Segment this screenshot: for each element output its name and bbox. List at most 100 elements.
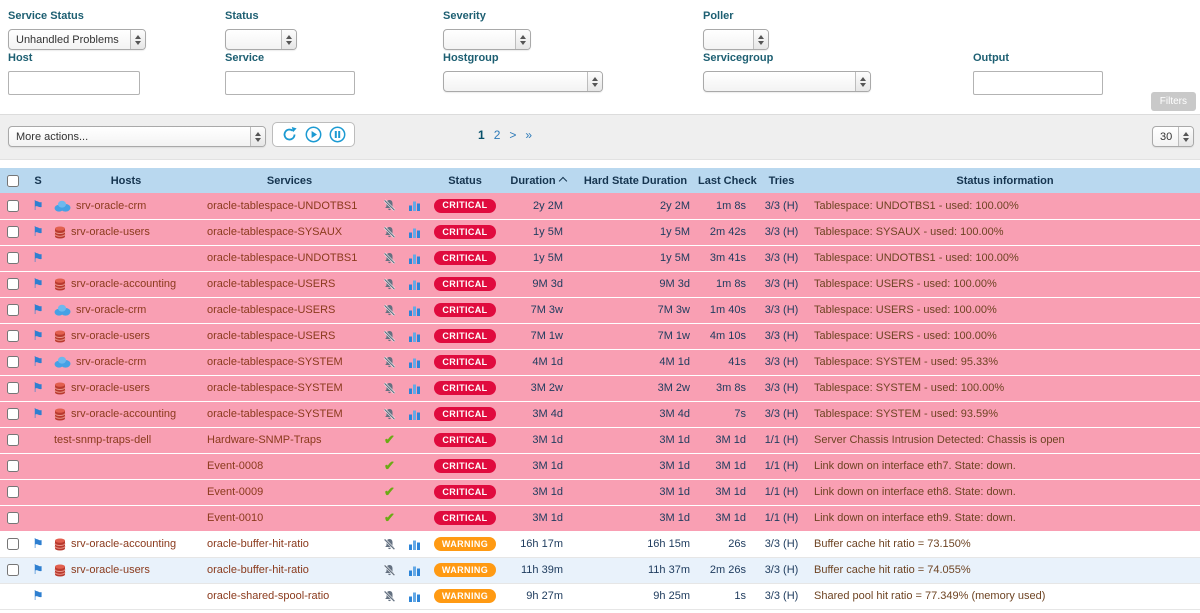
service-link[interactable]: oracle-tablespace-UNDOTBS1 xyxy=(207,200,357,212)
hostgroup-select[interactable] xyxy=(443,71,603,92)
last-check-value: 3M 1d xyxy=(698,427,753,453)
graph-icon[interactable] xyxy=(408,304,421,316)
status-info: Shared pool hit ratio = 77.349% (memory … xyxy=(814,590,1045,602)
select-all-checkbox[interactable] xyxy=(7,175,19,187)
output-input[interactable] xyxy=(973,71,1103,95)
pause-button[interactable] xyxy=(329,126,346,143)
col-header-tries[interactable]: Tries xyxy=(753,168,810,193)
col-header-hard-state-duration[interactable]: Hard State Duration xyxy=(573,168,698,193)
service-link[interactable]: Event-0009 xyxy=(207,486,263,498)
row-checkbox[interactable] xyxy=(7,564,19,576)
select-stepper-icon xyxy=(250,127,265,146)
host-link[interactable]: srv-oracle-accounting xyxy=(71,408,176,420)
row-checkbox[interactable] xyxy=(7,486,19,498)
graph-icon[interactable] xyxy=(408,538,421,550)
service-input[interactable] xyxy=(225,71,355,95)
graph-icon[interactable] xyxy=(408,330,421,342)
row-checkbox[interactable] xyxy=(7,538,19,550)
service-link[interactable]: oracle-tablespace-UNDOTBS1 xyxy=(207,252,357,264)
row-checkbox[interactable] xyxy=(7,512,19,524)
duration-value: 16h 17m xyxy=(503,531,573,557)
tries-value: 3/3 (H) xyxy=(753,557,810,583)
col-header-duration[interactable]: Duration xyxy=(503,168,573,193)
flag-icon: ⚑ xyxy=(32,354,44,369)
service-link[interactable]: oracle-tablespace-USERS xyxy=(207,330,335,342)
col-header-last-check[interactable]: Last Check xyxy=(698,168,753,193)
flag-icon: ⚑ xyxy=(32,250,44,265)
service-status-select[interactable]: Unhandled Problems xyxy=(8,29,146,50)
service-row: ⚑srv-oracle-accountingoracle-tablespace-… xyxy=(0,401,1200,427)
host-link[interactable]: srv-oracle-accounting xyxy=(71,538,176,550)
graph-icon[interactable] xyxy=(408,226,421,238)
host-link[interactable]: srv-oracle-accounting xyxy=(71,278,176,290)
tries-value: 3/3 (H) xyxy=(753,583,810,609)
row-checkbox[interactable] xyxy=(7,460,19,472)
play-button[interactable] xyxy=(305,126,322,143)
graph-icon[interactable] xyxy=(408,590,421,602)
service-link[interactable]: oracle-tablespace-SYSTEM xyxy=(207,356,343,368)
service-link[interactable]: oracle-buffer-hit-ratio xyxy=(207,564,309,576)
host-link[interactable]: srv-oracle-crm xyxy=(76,356,146,368)
host-input[interactable] xyxy=(8,71,140,95)
graph-icon[interactable] xyxy=(408,252,421,264)
tries-value: 1/1 (H) xyxy=(753,427,810,453)
tries-value: 3/3 (H) xyxy=(753,193,810,219)
row-checkbox[interactable] xyxy=(7,304,19,316)
host-database-icon xyxy=(54,382,66,395)
row-checkbox[interactable] xyxy=(7,330,19,342)
row-checkbox[interactable] xyxy=(7,356,19,368)
col-header-status[interactable]: Status xyxy=(427,168,503,193)
host-link[interactable]: srv-oracle-crm xyxy=(76,304,146,316)
row-checkbox[interactable] xyxy=(7,278,19,290)
host-link[interactable]: srv-oracle-users xyxy=(71,564,150,576)
poller-label: Poller xyxy=(703,10,769,22)
status-info: Tablespace: UNDOTBS1 - used: 100.00% xyxy=(814,252,1019,264)
service-link[interactable]: Hardware-SNMP-Traps xyxy=(207,434,322,446)
graph-icon[interactable] xyxy=(408,408,421,420)
service-link[interactable]: Event-0010 xyxy=(207,512,263,524)
host-link[interactable]: test-snmp-traps-dell xyxy=(54,434,151,446)
col-header-status-information[interactable]: Status information xyxy=(810,168,1200,193)
page-size-select[interactable]: 30 xyxy=(1152,126,1194,147)
service-link[interactable]: oracle-tablespace-USERS xyxy=(207,304,335,316)
row-checkbox[interactable] xyxy=(7,434,19,446)
host-link[interactable]: srv-oracle-users xyxy=(71,382,150,394)
status-select[interactable] xyxy=(225,29,297,50)
graph-icon[interactable] xyxy=(408,200,421,212)
graph-icon[interactable] xyxy=(408,564,421,576)
row-checkbox[interactable] xyxy=(7,200,19,212)
service-link[interactable]: oracle-buffer-hit-ratio xyxy=(207,538,309,550)
service-link[interactable]: Event-0008 xyxy=(207,460,263,472)
graph-icon[interactable] xyxy=(408,382,421,394)
graph-icon[interactable] xyxy=(408,356,421,368)
select-stepper-icon xyxy=(855,72,870,91)
media-controls xyxy=(272,122,355,147)
col-header-hosts[interactable]: Hosts xyxy=(50,168,202,193)
servicegroup-select[interactable] xyxy=(703,71,871,92)
row-checkbox[interactable] xyxy=(7,226,19,238)
host-link[interactable]: srv-oracle-users xyxy=(71,226,150,238)
tries-value: 1/1 (H) xyxy=(753,453,810,479)
row-checkbox[interactable] xyxy=(7,408,19,420)
row-checkbox[interactable] xyxy=(7,252,19,264)
col-header-s[interactable]: S xyxy=(26,168,50,193)
host-link[interactable]: srv-oracle-users xyxy=(71,330,150,342)
graph-icon[interactable] xyxy=(408,278,421,290)
service-link[interactable]: oracle-shared-spool-ratio xyxy=(207,590,329,602)
service-link[interactable]: oracle-tablespace-SYSAUX xyxy=(207,226,342,238)
refresh-button[interactable] xyxy=(281,126,298,143)
poller-select[interactable] xyxy=(703,29,769,50)
page-last-link[interactable]: » xyxy=(525,128,532,142)
hard-state-duration-value: 3M 1d xyxy=(573,479,698,505)
service-link[interactable]: oracle-tablespace-SYSTEM xyxy=(207,382,343,394)
row-checkbox[interactable] xyxy=(7,382,19,394)
page-2-link[interactable]: 2 xyxy=(494,128,501,142)
more-actions-select[interactable]: More actions... xyxy=(8,126,266,147)
severity-select[interactable] xyxy=(443,29,531,50)
page-next-link[interactable]: > xyxy=(509,128,516,142)
service-link[interactable]: oracle-tablespace-USERS xyxy=(207,278,335,290)
col-header-services[interactable]: Services xyxy=(202,168,377,193)
service-link[interactable]: oracle-tablespace-SYSTEM xyxy=(207,408,343,420)
host-link[interactable]: srv-oracle-crm xyxy=(76,200,146,212)
filters-button[interactable]: Filters xyxy=(1151,92,1196,111)
